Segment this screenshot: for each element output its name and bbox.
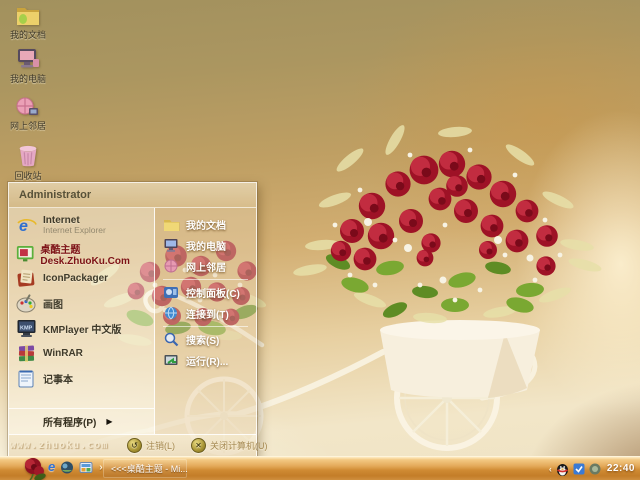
recycle-bin-icon [19,145,37,167]
winrar-icon [18,345,35,362]
messenger-tray-icon[interactable] [573,463,585,475]
menu-separator [163,326,248,327]
system-tray: ‹ 22:40 [549,457,637,480]
start-menu-left-column: e Internet Internet Explorer 桌酷主题Desk.Zhu… [9,208,155,434]
start-menu-item-zhuoku-theme[interactable]: 桌酷主题Desk.ZhuoKu.Com [9,241,154,267]
start-menu-item-search[interactable]: 搜索(S) [155,329,256,350]
my-documents-icon [17,8,39,25]
start-menu-item-my-computer[interactable]: 我的电脑 [155,235,256,256]
control-panel-icon [164,287,178,298]
start-menu-item-internet[interactable]: e Internet Internet Explorer [9,210,154,241]
start-menu-item-run[interactable]: 运行(R)... [155,350,256,371]
notepad-icon [18,370,34,388]
start-button[interactable] [20,455,48,480]
svg-text:KMP: KMP [20,326,33,332]
log-off-button[interactable]: ↺ 注销(L) [127,438,175,453]
all-programs-label: 所有程序(P) [43,418,97,429]
start-menu-item-paint[interactable]: 画图 [9,291,154,316]
tray-collapse-chevron-icon[interactable]: ‹ [549,464,552,474]
taskbar-task-button[interactable]: e <<<桌酷主题 - Mi... [103,459,187,478]
desktop-icon-label: 我的文档 [9,30,46,40]
start-menu-item-connect-to[interactable]: 连接到(T) [155,303,256,324]
paint-icon [16,294,36,313]
start-menu-item-notepad[interactable]: 记事本 [9,366,154,391]
desktop-icon-my-computer[interactable]: 我的电脑 [2,48,54,85]
log-off-icon: ↺ [127,438,142,453]
menu-item-label: 搜索(S) [186,336,220,347]
my-computer-icon [18,49,39,68]
round-tray-icon[interactable] [589,463,601,475]
menu-item-subtitle: Internet Explorer [43,225,106,236]
menu-item-title: KMPlayer 中文版 [43,325,122,336]
desktop-icon-label: 网上邻居 [9,121,46,131]
start-menu-item-network-places[interactable]: 网上邻居 [155,256,256,277]
taskbar: e › e <<<桌酷主题 - Mi... ‹ 22:40 [0,456,640,480]
start-menu-body: e Internet Internet Explorer 桌酷主题Desk.Zhu… [9,208,256,435]
desktop-icon-recycle-bin[interactable]: 回收站 [2,144,54,182]
connect-to-icon [165,306,177,320]
menu-item-title: 画图 [43,300,63,311]
qq-tray-icon[interactable] [556,462,569,476]
menu-item-title: IconPackager [43,273,109,284]
quick-launch-bar: e › [48,460,103,474]
network-places-icon [164,259,178,273]
start-menu-item-my-documents[interactable]: 我的文档 [155,214,256,235]
quick-launch-media-icon[interactable] [60,461,74,474]
shut-down-button[interactable]: ✕ 关闭计算机(U) [191,438,268,453]
menu-item-title: WinRAR [43,348,83,359]
start-menu-item-control-panel[interactable]: 控制面板(C) [155,282,256,303]
start-menu-footer: ↺ 注销(L) ✕ 关闭计算机(U) [9,435,268,456]
desktop: www.zhuoku.com 我的文档 我的电脑 网上邻居 回收站 Admini… [0,0,640,480]
log-off-label: 注销(L) [146,441,175,451]
menu-item-label: 我的文档 [186,221,226,232]
menu-item-label: 我的电脑 [186,242,226,253]
start-menu: Administrator e Internet Internet Explore… [7,181,268,458]
zhuoku-theme-icon [16,246,34,262]
shut-down-label: 关闭计算机(U) [210,441,268,451]
start-menu-item-kmplayer[interactable]: KMP KMPlayer 中文版 [9,316,154,341]
menu-item-label: 控制面板(C) [186,289,240,300]
all-programs-button[interactable]: 所有程序(P) ▶ [9,408,154,434]
taskbar-clock[interactable]: 22:40 [607,463,635,474]
quick-launch-ie-icon[interactable]: e [48,460,55,474]
start-menu-header: Administrator [9,183,256,208]
network-places-icon [16,97,38,115]
start-menu-item-iconpackager[interactable]: IconPackager [9,266,154,291]
start-menu-right-column: 我的文档 我的电脑 网上邻居 控制面板(C) 连接到(T) 搜索(S) 运行(R… [155,208,256,434]
menu-item-label: 连接到(T) [186,310,229,321]
quick-launch-window-icon[interactable] [79,461,93,474]
start-menu-item-winrar[interactable]: WinRAR [9,341,154,366]
task-button-label: <<<桌酷主题 - Mi... [111,464,187,474]
menu-item-title: 桌酷主题Desk.ZhuoKu.Com [40,244,130,267]
desktop-icon-label: 回收站 [14,171,42,181]
menu-item-label: 运行(R)... [186,357,229,368]
iconpackager-icon [17,269,35,287]
desktop-icon-network-places[interactable]: 网上邻居 [2,96,54,132]
all-programs-arrow-icon: ▶ [106,417,113,426]
my-documents-icon [164,220,180,231]
user-name: Administrator [19,189,92,201]
menu-item-title: 记事本 [43,375,73,386]
menu-separator [163,279,248,280]
desktop-icon-label: 我的电脑 [9,74,46,84]
run-icon [164,355,178,365]
my-computer-icon [164,239,178,252]
internet-explorer-icon: e [17,218,37,235]
desktop-icon-my-documents[interactable]: 我的文档 [2,4,54,41]
shut-down-icon: ✕ [191,438,206,453]
search-icon [164,332,179,347]
menu-item-label: 网上邻居 [186,263,226,274]
kmplayer-icon: KMP [17,320,36,337]
